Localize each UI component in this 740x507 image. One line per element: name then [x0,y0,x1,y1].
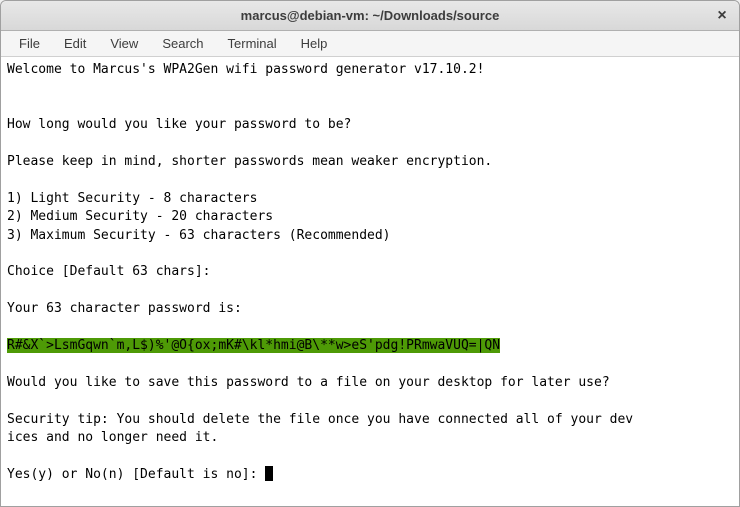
close-icon[interactable]: × [713,7,731,25]
menu-help[interactable]: Help [291,33,338,54]
generated-password[interactable]: R#&X`>LsmGqwn`m,L$)%'@O{ox;mK#\kl*hmi@B\… [7,338,500,353]
terminal-line: Please keep in mind, shorter passwords m… [7,153,733,171]
terminal-line: ices and no longer need it. [7,429,733,447]
terminal-password-line: R#&X`>LsmGqwn`m,L$)%'@O{ox;mK#\kl*hmi@B\… [7,337,733,355]
terminal-line: Welcome to Marcus's WPA2Gen wifi passwor… [7,61,733,79]
terminal-prompt: Yes(y) or No(n) [Default is no]: [7,467,265,482]
menu-edit[interactable]: Edit [54,33,96,54]
terminal-line [7,355,733,373]
terminal-output[interactable]: Welcome to Marcus's WPA2Gen wifi passwor… [1,57,739,506]
menu-search[interactable]: Search [152,33,213,54]
terminal-line: How long would you like your password to… [7,116,733,134]
terminal-window: marcus@debian-vm: ~/Downloads/source × F… [0,0,740,507]
terminal-line [7,447,733,465]
menu-view[interactable]: View [100,33,148,54]
terminal-line [7,171,733,189]
cursor-icon [265,466,273,481]
terminal-prompt-line: Yes(y) or No(n) [Default is no]: [7,466,733,484]
terminal-line: Choice [Default 63 chars]: [7,263,733,281]
terminal-line: 2) Medium Security - 20 characters [7,208,733,226]
menubar: File Edit View Search Terminal Help [1,31,739,57]
terminal-line [7,319,733,337]
menu-terminal[interactable]: Terminal [218,33,287,54]
window-title: marcus@debian-vm: ~/Downloads/source [241,8,500,23]
terminal-line: Security tip: You should delete the file… [7,411,733,429]
terminal-line [7,245,733,263]
terminal-line: 3) Maximum Security - 63 characters (Rec… [7,227,733,245]
terminal-line [7,392,733,410]
terminal-line [7,135,733,153]
terminal-line [7,79,733,97]
terminal-line: Your 63 character password is: [7,300,733,318]
terminal-line [7,282,733,300]
terminal-line: Would you like to save this password to … [7,374,733,392]
titlebar[interactable]: marcus@debian-vm: ~/Downloads/source × [1,1,739,31]
menu-file[interactable]: File [9,33,50,54]
terminal-line [7,98,733,116]
terminal-line: 1) Light Security - 8 characters [7,190,733,208]
